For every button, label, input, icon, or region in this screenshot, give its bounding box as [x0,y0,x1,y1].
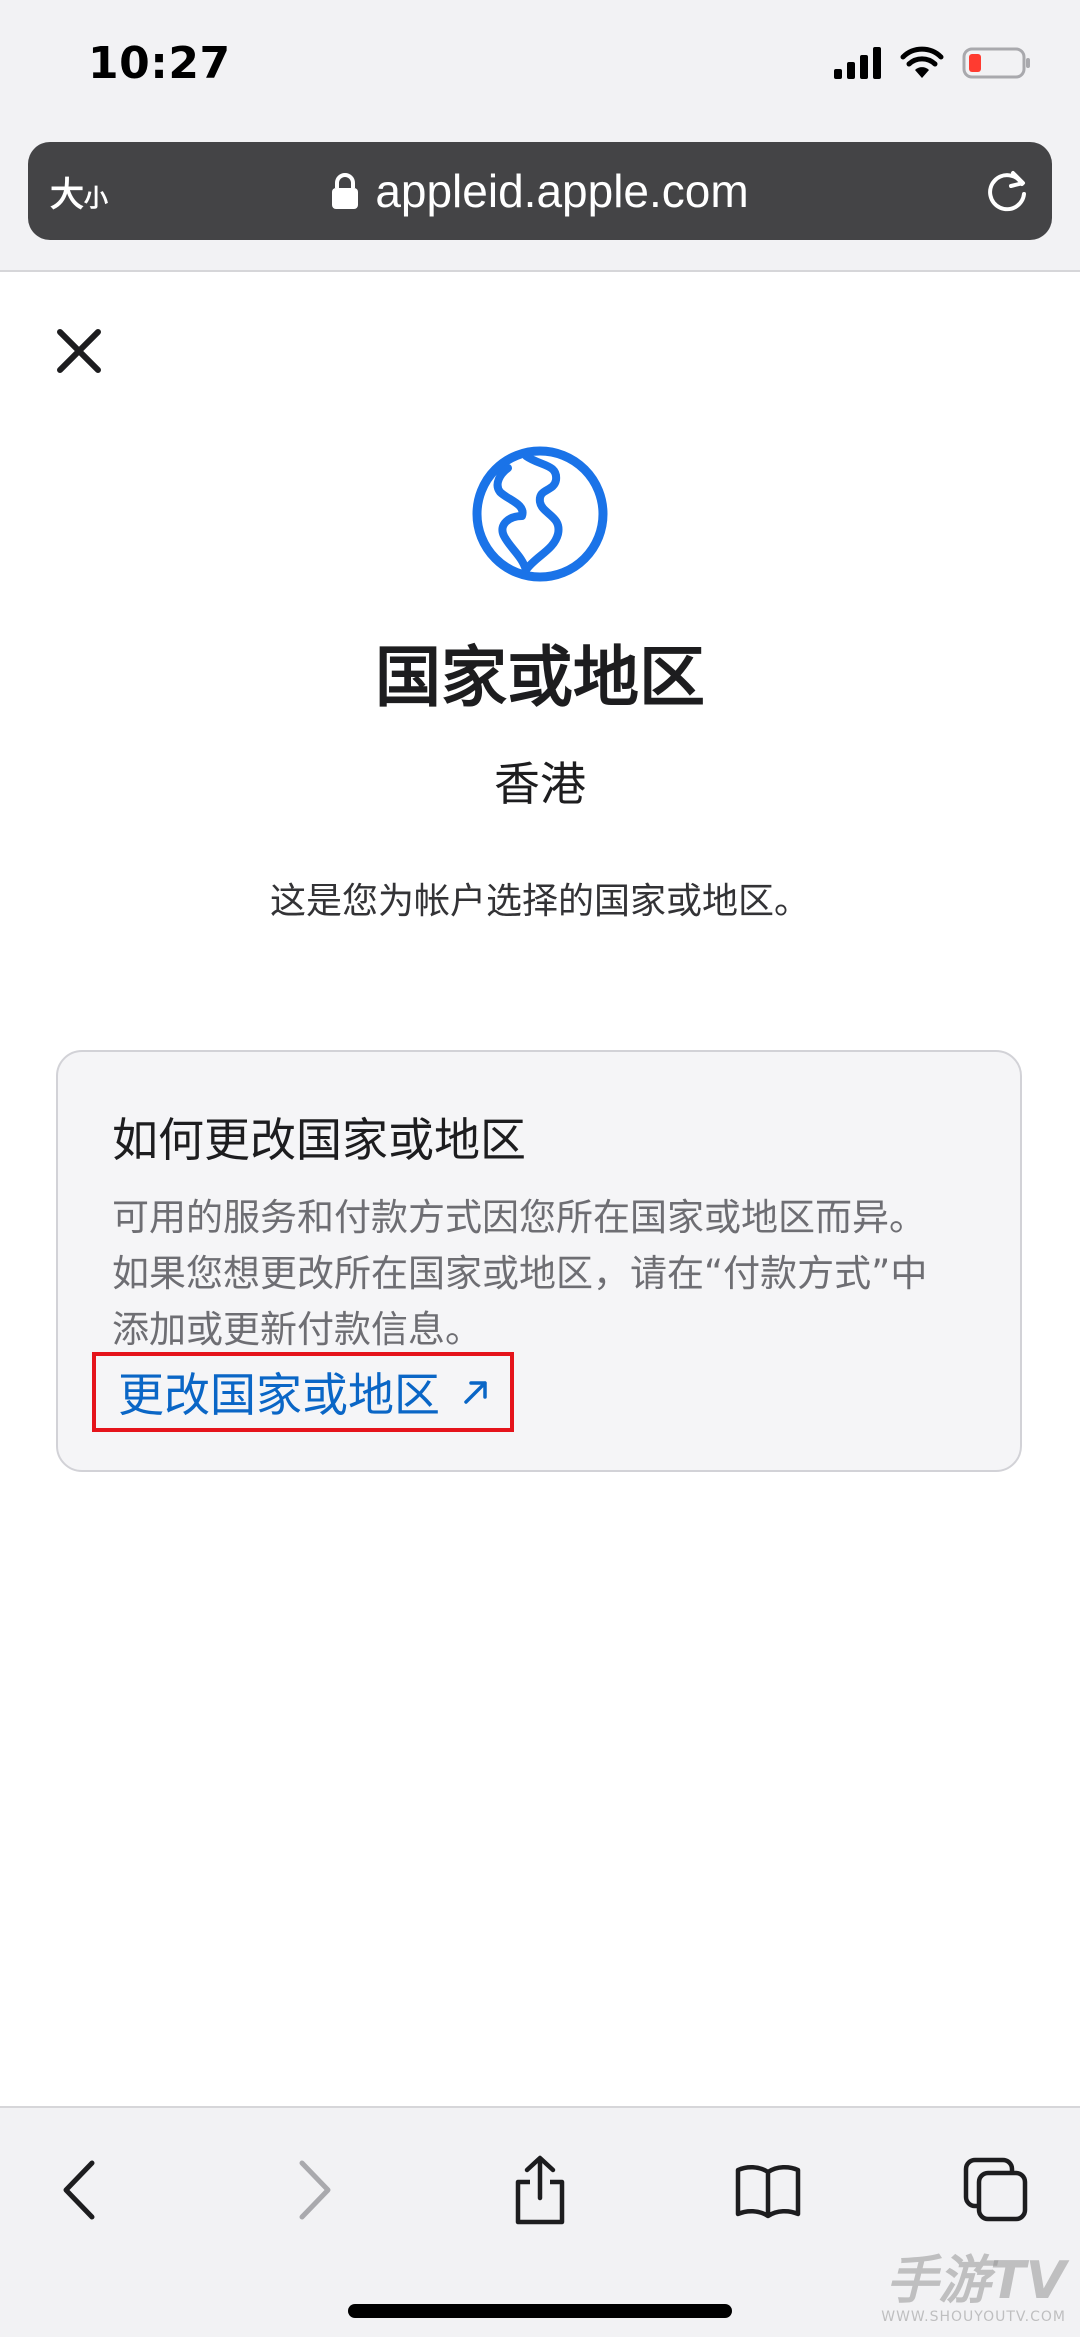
url-display[interactable]: appleid.apple.com [28,142,1052,240]
page-title: 国家或地区 [375,639,705,716]
card-body-line: 如果您想更改所在国家或地区，请在“付款方式”中 [112,1252,928,1295]
page: 10:27 大 小 appleid.apple.com 国家或地区 香港 这是您… [0,0,1080,2337]
share-button[interactable] [500,2150,580,2230]
forward-button[interactable] [274,2150,354,2230]
back-icon [63,2160,95,2220]
watermark: 手游TV WWW.SHOUYOUTV.COM [881,2253,1066,2325]
url-text: appleid.apple.com [375,165,749,217]
card-body-line: 添加或更新付款信息。 [112,1308,482,1351]
close-icon[interactable] [52,324,106,378]
region-description: 这是您为帐户选择的国家或地区。 [269,881,810,922]
tabs-icon [963,2157,1028,2222]
bookmarks-icon [735,2165,801,2219]
change-region-link-label: 更改国家或地区 [118,1368,440,1422]
status-icons [834,46,1032,80]
card-body: 可用的服务和付款方式因您所在国家或地区而异。 如果您想更改所在国家或地区，请在“… [112,1190,992,1358]
watermark-sub: WWW.SHOUYOUTV.COM [881,2309,1066,2325]
tabs-button[interactable] [956,2150,1036,2230]
cellular-signal-icon [834,47,881,79]
home-indicator[interactable] [348,2304,732,2318]
status-time: 10:27 [88,38,231,89]
address-bar[interactable]: 大 小 appleid.apple.com [28,142,1052,240]
bookmarks-button[interactable] [728,2150,808,2230]
watermark-main: 手游TV [886,2251,1066,2311]
change-region-card: 如何更改国家或地区 可用的服务和付款方式因您所在国家或地区而异。 如果您想更改所… [56,1050,1022,1472]
bottom-toolbar: 手游TV WWW.SHOUYOUTV.COM [0,2106,1080,2337]
external-arrow-icon [464,1381,487,1404]
card-heading: 如何更改国家或地区 [112,1113,526,1167]
forward-icon [299,2160,331,2220]
change-region-link[interactable]: 更改国家或地区 [92,1352,514,1432]
back-button[interactable] [40,2150,120,2230]
card-body-line: 可用的服务和付款方式因您所在国家或地区而异。 [112,1196,926,1239]
top-chrome: 10:27 大 小 appleid.apple.com [0,0,1080,272]
battery-low-icon [962,47,1030,79]
share-icon [515,2155,565,2225]
region-value: 香港 [494,757,586,811]
wifi-icon [900,46,944,78]
lock-icon [332,173,359,209]
reload-icon[interactable] [980,164,1034,218]
globe-icon [472,446,608,582]
